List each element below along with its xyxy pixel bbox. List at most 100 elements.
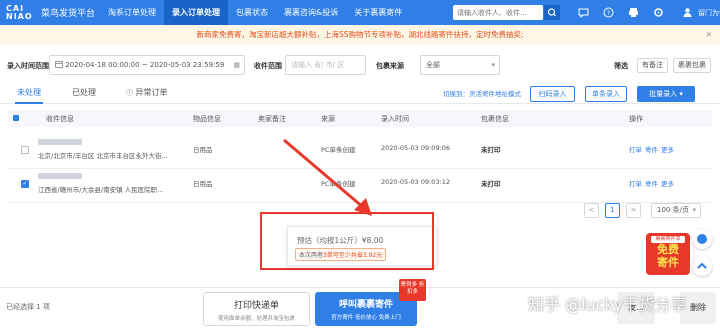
main-nav: 淘系订单处理 录入订单处理 包裹状态 裹裹咨询&投诉 关于裹裹寄件 [100, 0, 410, 25]
printer-icon[interactable] [628, 7, 639, 18]
nav-package-status[interactable]: 包裹状态 [228, 0, 276, 25]
promo-top: 裹裹寄件享 [651, 236, 685, 243]
more-link[interactable]: 更多 [661, 180, 674, 188]
settings-icon[interactable] [653, 7, 664, 18]
tab-abnormal[interactable]: ⓘ 异常订单 [126, 84, 168, 104]
notice-bar: 新商家免费寄，淘宝新店超大额补贴，上海SS购物节专项补贴，湖北线路寄件扶持，定时… [0, 25, 720, 45]
search-icon [547, 8, 556, 17]
col-ops: 操作 [629, 115, 643, 123]
logo-name: 菜鸟发货平台 [41, 9, 96, 19]
user-name[interactable]: 留门为你 [698, 8, 720, 18]
item-info: 日用品 [193, 146, 213, 154]
tab-processed[interactable]: 已处理 [72, 84, 96, 104]
call-pickup-sub: 官方寄件 低价放心 免费上门 [331, 315, 401, 321]
chevron-down-icon: ▾ [491, 61, 495, 69]
table-header: 收件信息 物品信息 卖家备注 来源 录入时间 包裹信息 操作 [8, 111, 712, 127]
print-label-sub: 使用面单余额、处理并淘宝包裹 [217, 316, 295, 322]
help-icon[interactable]: ? [603, 7, 614, 18]
entry-time: 2020-05-03 09:03:12 [381, 178, 451, 186]
row-checkbox[interactable] [21, 146, 29, 154]
col-source: 来源 [321, 115, 335, 123]
search-button[interactable] [544, 5, 560, 20]
svg-text:?: ? [607, 10, 610, 17]
item-info: 日用品 [193, 180, 213, 188]
print-link[interactable]: 打单 [629, 146, 642, 154]
nav-entry-orders[interactable]: 录入订单处理 [164, 0, 228, 25]
recipient-address: 北京/北京市/丰台区 北京市丰台区永外大街... [38, 152, 168, 160]
scan-entry-button[interactable]: 扫码录入 [530, 86, 575, 102]
page-size-value: 100 条/页 [657, 206, 689, 214]
tab-abnormal-label: 异常订单 [135, 88, 168, 97]
top-header: CAI NIAO 菜鸟发货平台 淘系订单处理 录入订单处理 包裹状态 裹裹咨询&… [0, 0, 720, 25]
filter-bar: 录入时间范围 2020-04-18 00:00:00 ~ 2020-05-03 … [0, 55, 720, 77]
time-range-label: 录入时间范围 [7, 62, 49, 70]
single-entry-button[interactable]: 单条录入 [585, 86, 627, 102]
print-label-title: 打印快递单 [233, 301, 279, 311]
recipient-name-blurred [38, 139, 82, 145]
close-icon[interactable]: ✕ [706, 25, 712, 45]
feedback-icon[interactable] [692, 229, 712, 249]
back-to-top-icon[interactable] [692, 256, 712, 276]
ship-link[interactable]: 寄件 [645, 180, 658, 188]
select-all-checkbox[interactable] [13, 111, 19, 127]
entry-time: 2020-05-03 09:09:06 [381, 144, 451, 152]
red-highlight-box [260, 212, 434, 270]
col-item: 物品信息 [193, 115, 221, 123]
search-input[interactable] [453, 5, 543, 20]
chevron-down-icon: ▾ [679, 90, 683, 98]
source-label: 包裹来源 [376, 62, 404, 70]
region-label: 收件范围 [254, 62, 282, 70]
has-remark-button[interactable]: 有备注 [637, 58, 668, 73]
logo-mark: CAI NIAO [6, 3, 33, 21]
page-size-select[interactable]: 100 条/页 ▾ [651, 203, 701, 218]
recipient-name-blurred [38, 173, 82, 179]
chevron-down-icon: ▾ [692, 206, 696, 214]
row-ops: 打单 寄件 更多 [629, 178, 677, 188]
watermark: 知乎 @lucky干货分享 [528, 295, 687, 314]
nav-about[interactable]: 关于裹裹寄件 [346, 0, 410, 25]
recipient-address: 江西省/赣州市/大余县/南安镇 人民医院职... [38, 186, 164, 194]
logo[interactable]: CAI NIAO 菜鸟发货平台 [0, 0, 100, 25]
promo-line2: 寄件 [657, 256, 679, 269]
print-link[interactable]: 打单 [629, 180, 642, 188]
info-icon: ⓘ [126, 89, 133, 97]
nav-complaints[interactable]: 裹裹咨询&投诉 [276, 0, 346, 25]
more-link[interactable]: 更多 [661, 146, 674, 154]
tab-unprocessed[interactable]: 未处理 [15, 84, 43, 104]
promo-line1: 免费 [657, 243, 679, 256]
switch-mode-link[interactable]: 切换到：灵活寄件地址模式 [443, 88, 521, 98]
row-ops: 打单 寄件 更多 [629, 144, 677, 154]
package-status: 未打印 [481, 180, 501, 188]
print-label-button[interactable]: 打印快递单 使用面单余额、处理并淘宝包裹 [203, 292, 310, 326]
filter-label: 筛选 [614, 62, 628, 70]
free-shipping-promo[interactable]: 裹裹寄件享 免费 寄件 [646, 233, 690, 275]
region-input[interactable]: 请输入 省/ 市/ 区 [285, 55, 366, 75]
chat-icon[interactable] [578, 7, 589, 18]
prev-page-button[interactable]: < [584, 203, 599, 218]
discount-badge: 寄得多 折扣多 [399, 279, 426, 301]
batch-entry-button[interactable]: 批量录入 ▾ [637, 86, 695, 102]
row-checkbox[interactable]: ✓ [21, 180, 29, 188]
package-status: 未打印 [481, 146, 501, 154]
batch-entry-label: 批量录入 [649, 90, 678, 98]
user-icon[interactable] [682, 7, 693, 18]
calendar-icon: ▦ [233, 61, 240, 69]
source-value: 全部 [426, 61, 440, 69]
time-range-input[interactable]: 2020-04-18 00:00:00 ~ 2020-05-03 23:59:5… [49, 55, 245, 75]
end-time: 2020-05-03 23:59:59 [149, 61, 225, 69]
next-page-button[interactable]: > [626, 203, 641, 218]
range-sep: ~ [141, 61, 148, 69]
page-1-button[interactable]: 1 [605, 203, 620, 218]
red-arrow-annotation [283, 138, 372, 216]
notice-text[interactable]: 新商家免费寄，淘宝新店超大额补贴，上海SS购物节专项补贴，湖北线路寄件扶持，定时… [196, 30, 523, 39]
nav-taobao-orders[interactable]: 淘系订单处理 [100, 0, 164, 25]
col-remark: 卖家备注 [258, 115, 286, 123]
col-package: 包裹信息 [481, 115, 509, 123]
col-time: 录入时间 [381, 115, 409, 123]
calendar-icon [55, 61, 63, 68]
source-select[interactable]: 全部 ▾ [420, 55, 500, 75]
col-recipient: 收件信息 [46, 115, 74, 123]
start-time: 2020-04-18 00:00:00 [65, 61, 140, 69]
ship-link[interactable]: 寄件 [645, 146, 658, 154]
guoguo-package-button[interactable]: 裹裹包裹 [673, 58, 711, 73]
